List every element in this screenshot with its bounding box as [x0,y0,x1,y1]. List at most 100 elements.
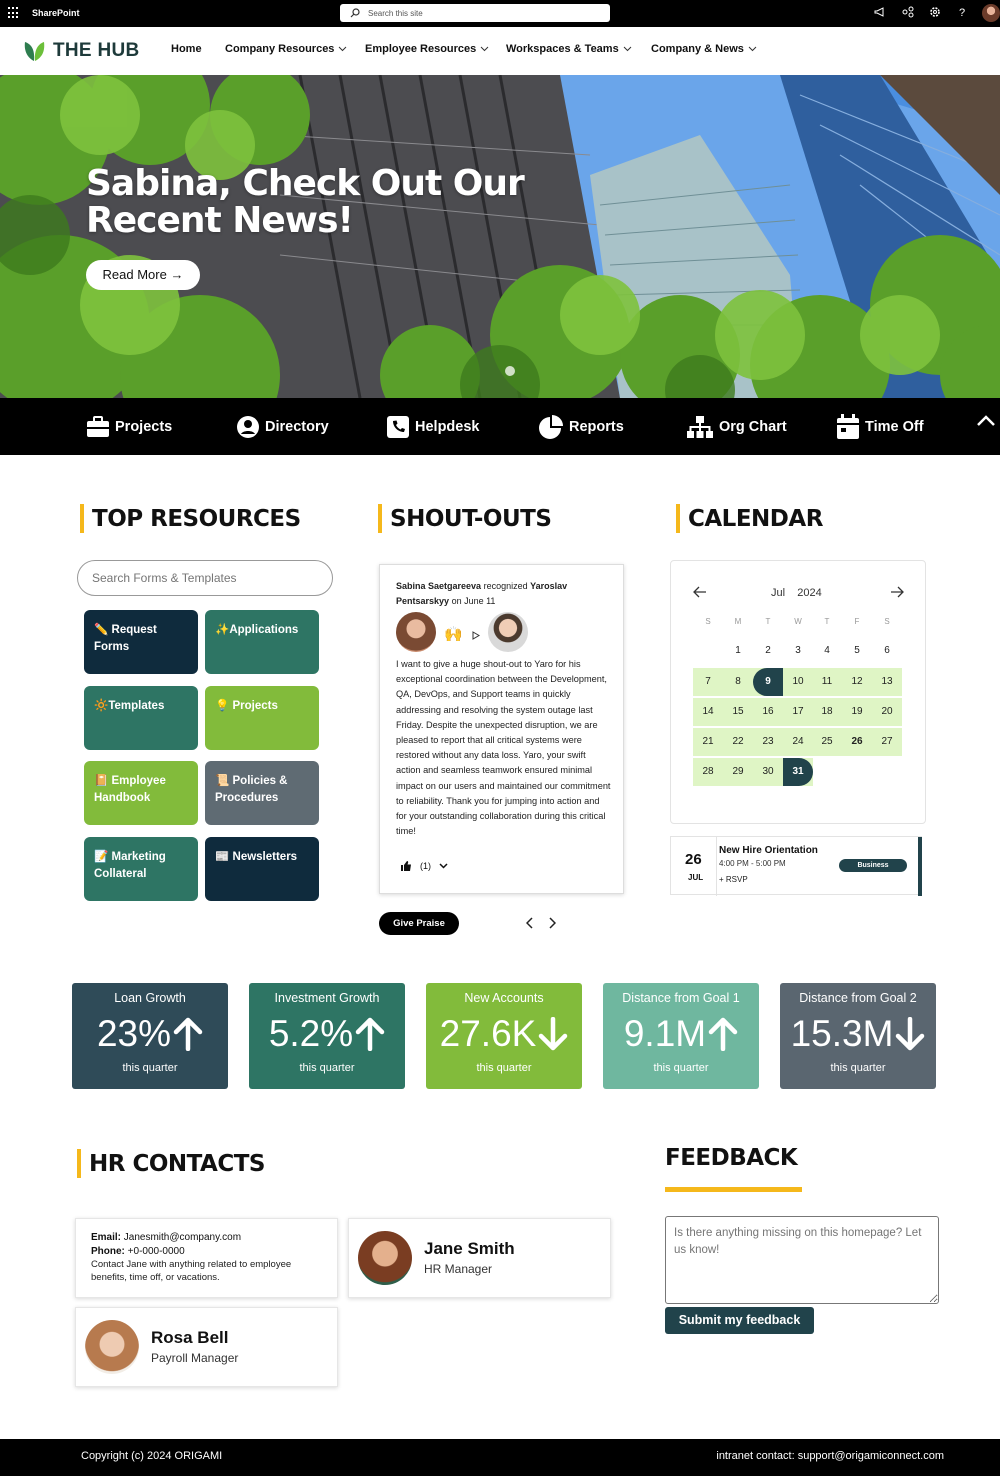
calendar-day[interactable]: 12 [842,668,872,696]
hr-contact-card[interactable]: Rosa Bell Payroll Manager [75,1307,338,1387]
calendar-day[interactable]: 4 [812,637,842,665]
previous-chevron-icon[interactable] [526,917,534,929]
calendar-day[interactable]: 21 [693,728,723,756]
org-chart-icon [687,416,713,438]
kpi-label: Distance from Goal 2 [799,991,917,1005]
rsvp-link[interactable]: + RSVP [719,875,748,884]
submit-feedback-button[interactable]: Submit my feedback [665,1307,814,1334]
nav-workspaces-teams[interactable]: Workspaces & Teams [506,43,632,55]
hr-phone[interactable]: +0-000-0000 [128,1246,185,1257]
nav-home[interactable]: Home [171,43,202,55]
calendar-day[interactable]: 20 [872,698,902,726]
shout-outs-heading: SHOUT-OUTS [378,504,552,533]
calendar-day[interactable]: 18 [812,698,842,726]
kpi-value-row: 15.3M [780,1011,936,1057]
like-control[interactable]: (1) [400,860,448,872]
resource-tile[interactable]: 📰 Newsletters [205,837,319,901]
site-search-input[interactable]: Search this site [340,4,610,22]
calendar-day[interactable]: 10 [783,668,813,696]
calendar-day[interactable]: 24 [783,728,813,756]
calendar-day[interactable]: 14 [693,698,723,726]
resource-tile[interactable]: 📔 Employee Handbook [84,761,198,825]
app-launcher-icon[interactable] [8,7,20,19]
read-more-button[interactable]: Read More → [86,260,200,290]
thumbs-up-icon[interactable] [400,860,412,872]
site-logo[interactable]: THE HUB [22,39,140,63]
event-title[interactable]: New Hire Orientation [719,845,818,856]
footer-contact[interactable]: intranet contact: support@origamiconnect… [716,1450,944,1462]
calendar-day[interactable]: 28 [693,758,723,786]
calendar-day[interactable]: 6 [872,637,902,665]
carousel-dot[interactable] [505,366,515,376]
next-chevron-icon[interactable] [548,917,556,929]
megaphone-icon[interactable] [873,6,887,20]
event-card[interactable]: 26 JUL New Hire Orientation 4:00 PM - 5:… [670,836,922,896]
kpi-label: Investment Growth [274,991,380,1005]
calendar-day[interactable]: 30 [753,758,783,786]
quick-link-directory[interactable]: Directory [236,414,329,440]
calendar-day[interactable]: 17 [783,698,813,726]
resource-tile[interactable]: 📝 Marketing Collateral [84,837,198,901]
calendar-day[interactable]: 5 [842,637,872,665]
share-icon[interactable] [901,6,915,20]
hr-email[interactable]: Janesmith@company.com [124,1232,241,1243]
quick-link-org-chart[interactable]: Org Chart [686,414,787,440]
calendar-month-year[interactable]: Jul 2024 [771,587,822,599]
quick-link-projects[interactable]: Projects [86,414,172,440]
previous-month-arrow-icon[interactable] [693,586,707,598]
calendar-day[interactable]: 27 [872,728,902,756]
calendar-day[interactable]: 13 [872,668,902,696]
next-month-arrow-icon[interactable] [890,586,904,598]
sender-avatar[interactable] [396,612,436,652]
calendar-day[interactable]: 29 [723,758,753,786]
calendar-day[interactable]: 1 [723,637,753,665]
calendar-day[interactable]: 7 [693,668,723,696]
help-icon[interactable]: ? [955,6,969,20]
nav-employee-resources[interactable]: Employee Resources [365,43,489,55]
app-name[interactable]: SharePoint [32,8,80,18]
settings-gear-icon[interactable] [928,6,942,20]
calendar-day[interactable]: 22 [723,728,753,756]
kpi-period: this quarter [830,1062,886,1074]
calendar-day[interactable]: 2 [753,637,783,665]
resource-tile[interactable]: 🔆Templates [84,686,198,750]
calendar-day[interactable]: 3 [783,637,813,665]
feedback-textarea[interactable] [665,1216,939,1304]
nav-company-resources[interactable]: Company Resources [225,43,347,55]
resources-search-input[interactable] [77,560,333,596]
kpi-period: this quarter [653,1062,709,1074]
arrow-up-icon [708,1017,738,1051]
quick-link-time-off[interactable]: Time Off [836,414,924,440]
resource-tile[interactable]: 💡 Projects [205,686,319,750]
calendar-day[interactable]: 15 [723,698,753,726]
user-avatar[interactable] [982,4,1000,22]
quick-link-helpdesk[interactable]: Helpdesk [386,414,479,440]
calendar-day[interactable]: 8 [723,668,753,696]
clapping-hands-icon: 🙌 [444,626,463,643]
calendar-day[interactable]: 19 [842,698,872,726]
kpi-period: this quarter [476,1062,532,1074]
calendar-heading: CALENDAR [676,504,823,533]
nav-company-news[interactable]: Company & News [651,43,757,55]
calendar-day[interactable]: 16 [753,698,783,726]
footer: Copyright (c) 2024 ORIGAMI intranet cont… [0,1439,1000,1476]
recipient-avatar[interactable] [488,612,528,652]
calendar-selected-day[interactable]: 31 [783,758,813,786]
kpi-value: 9.1M [623,1013,707,1054]
calendar-day[interactable]: 25 [812,728,842,756]
resource-tile[interactable]: 📜 Policies & Procedures [205,761,319,825]
calendar-day[interactable]: 23 [753,728,783,756]
calendar-day[interactable]: 11 [812,668,842,696]
resource-tile[interactable]: ✨Applications [205,610,319,674]
event-day: 26 [685,851,702,868]
shout-out-sender[interactable]: Sabina Saetgareeva [396,581,481,591]
leaf-logo-icon [24,42,45,61]
quick-link-reports[interactable]: Reports [538,414,624,440]
collapse-chevron-up-icon[interactable] [976,414,996,427]
chevron-down-icon[interactable] [439,863,448,869]
hr-contact-card[interactable]: Jane Smith HR Manager [348,1218,611,1298]
resource-tile[interactable]: ✏️ Request Forms [84,610,198,674]
calendar-selected-day[interactable]: 9 [753,668,783,696]
calendar-today[interactable]: 26 [842,728,872,756]
give-praise-button[interactable]: Give Praise [379,912,459,935]
